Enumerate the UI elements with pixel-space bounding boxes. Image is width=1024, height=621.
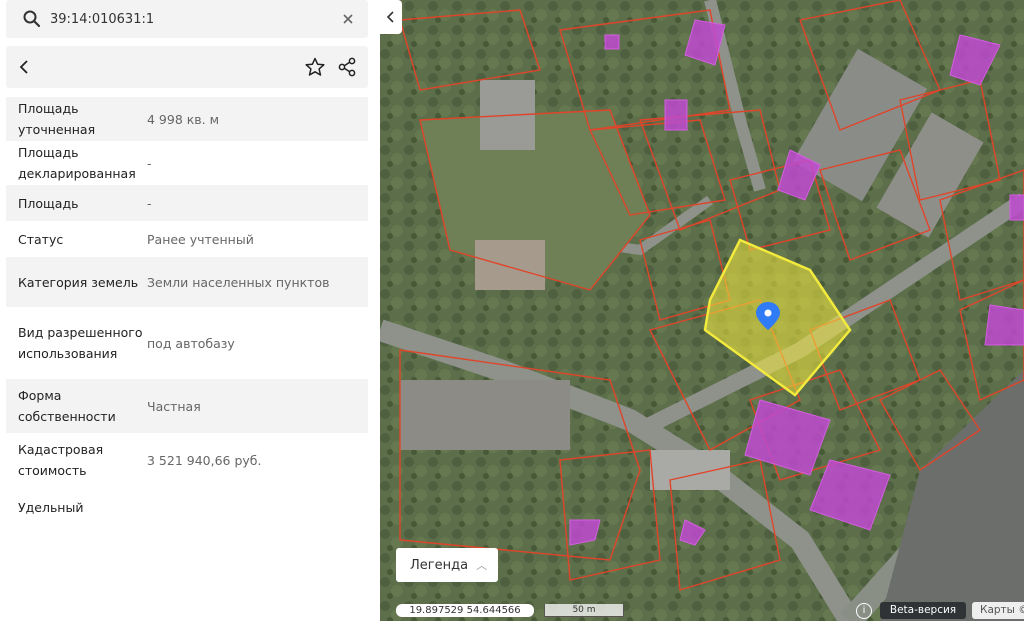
property-key: Категория земель [18, 274, 139, 290]
info-panel: Площадь уточненная 4 998 кв. м Площадь д… [0, 0, 380, 621]
legend-label: Легенда [410, 557, 469, 573]
info-icon[interactable]: i [856, 603, 872, 619]
property-value: 4 998 кв. м [147, 111, 220, 127]
search-bar [6, 0, 368, 38]
share-icon[interactable] [336, 56, 358, 78]
property-value: - [147, 155, 152, 171]
close-icon[interactable] [338, 9, 358, 29]
legend-button[interactable]: Легенда ︿ [396, 548, 498, 582]
map-view[interactable]: Легенда ︿ 19.897529 54.644566 50 m i Bet… [380, 0, 1024, 621]
scale-bar: 50 m [544, 604, 624, 617]
property-value: 3 521 940,66 руб. [147, 452, 262, 468]
chevron-left-icon [386, 11, 394, 23]
maps-attribution[interactable]: Карты © [972, 602, 1024, 619]
property-row: Площадь - [6, 185, 368, 221]
star-icon[interactable] [304, 56, 326, 78]
collapse-panel-button[interactable] [380, 0, 402, 34]
property-row: Площадь уточненная 4 998 кв. м [6, 97, 368, 141]
property-row: Кадастровая стоимость 3 521 940,66 руб. [6, 433, 368, 487]
property-row: Статус Ранее учтенный [6, 221, 368, 257]
property-value: Частная [147, 398, 201, 414]
property-row: Площадь декларированная - [6, 141, 368, 185]
property-value: Ранее учтенный [147, 231, 254, 247]
property-row: Категория земель Земли населенных пункто… [6, 257, 368, 307]
property-value: - [147, 195, 152, 211]
property-list: Площадь уточненная 4 998 кв. м Площадь д… [6, 97, 368, 527]
property-key: Форма собственности [18, 388, 116, 424]
chevron-up-icon: ︿ [476, 559, 488, 572]
property-row: Вид разрешенного использования под автоб… [6, 307, 368, 379]
property-key: Кадастровая стоимость [18, 442, 104, 478]
back-icon[interactable] [14, 56, 36, 78]
search-input[interactable] [50, 8, 330, 30]
property-value: под автобазу [147, 335, 235, 351]
property-key: Площадь [18, 195, 79, 211]
property-value: Земли населенных пунктов [147, 274, 330, 290]
property-row: Форма собственности Частная [6, 379, 368, 433]
property-key: Площадь декларированная [18, 145, 136, 181]
beta-badge[interactable]: Beta-версия [880, 602, 966, 619]
property-key: Удельный [18, 499, 84, 515]
satellite-map[interactable] [380, 0, 1024, 621]
search-icon[interactable] [22, 9, 42, 29]
card-toolbar [6, 46, 368, 88]
property-key: Площадь уточненная [18, 101, 96, 137]
property-row: Удельный [6, 487, 368, 527]
coordinates-readout: 19.897529 54.644566 [396, 604, 534, 617]
property-key: Вид разрешенного использования [18, 325, 143, 361]
property-key: Статус [18, 231, 64, 247]
